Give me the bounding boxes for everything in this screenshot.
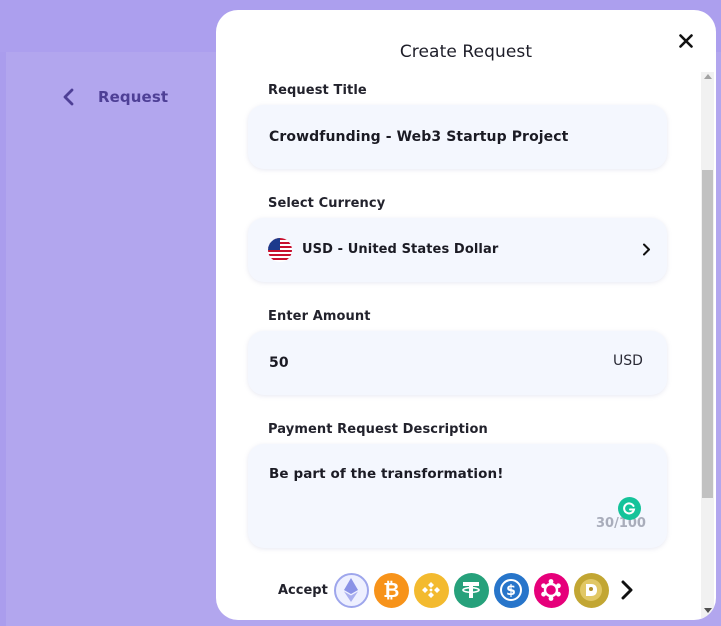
form-scroll-area[interactable]: Request Title Crowdfunding - Web3 Startu… bbox=[216, 10, 716, 620]
grammarly-icon[interactable] bbox=[618, 497, 641, 520]
amount-value: 50 bbox=[269, 355, 289, 371]
svg-text:$: $ bbox=[506, 583, 516, 599]
chevron-left-icon bbox=[63, 88, 74, 106]
request-title-label: Request Title bbox=[268, 83, 367, 98]
amount-unit: USD bbox=[613, 353, 643, 369]
request-title-value: Crowdfunding - Web3 Startup Project bbox=[269, 129, 569, 145]
request-title-input[interactable]: Crowdfunding - Web3 Startup Project bbox=[248, 105, 667, 169]
back-button[interactable]: Request bbox=[62, 84, 168, 110]
accept-label: Accept bbox=[278, 582, 328, 598]
scroll-up-arrow-icon[interactable] bbox=[704, 74, 712, 79]
accept-row: Accept ₿ $ bbox=[278, 570, 634, 610]
amount-label: Enter Amount bbox=[268, 309, 371, 324]
currency-select[interactable]: USD - United States Dollar bbox=[248, 218, 667, 282]
dogecoin-icon[interactable] bbox=[573, 572, 609, 608]
tether-icon[interactable] bbox=[453, 572, 489, 608]
currency-value: USD - United States Dollar bbox=[302, 242, 499, 257]
create-request-modal: Create Request Request Title Crowdfundin… bbox=[216, 10, 716, 620]
chevron-right-icon[interactable] bbox=[620, 580, 634, 600]
us-flag-icon bbox=[268, 238, 292, 262]
usd-coin-icon[interactable]: $ bbox=[493, 572, 529, 608]
left-edge bbox=[0, 52, 6, 626]
scrollbar-thumb[interactable] bbox=[702, 170, 713, 498]
currency-label: Select Currency bbox=[268, 196, 386, 211]
description-textarea[interactable]: Be part of the transformation! 30/100 bbox=[248, 444, 667, 548]
amount-input[interactable]: 50 USD bbox=[248, 331, 667, 395]
description-label: Payment Request Description bbox=[268, 422, 488, 437]
description-value: Be part of the transformation! bbox=[269, 466, 504, 482]
back-label: Request bbox=[98, 88, 169, 106]
scroll-down-arrow-icon[interactable] bbox=[704, 608, 712, 613]
character-counter: 30/100 bbox=[596, 516, 646, 531]
chevron-right-icon bbox=[643, 243, 650, 256]
binance-icon[interactable] bbox=[413, 572, 449, 608]
polkadot-icon[interactable] bbox=[533, 572, 569, 608]
ethereum-icon[interactable] bbox=[333, 572, 369, 608]
bitcoin-icon[interactable]: ₿ bbox=[373, 572, 409, 608]
